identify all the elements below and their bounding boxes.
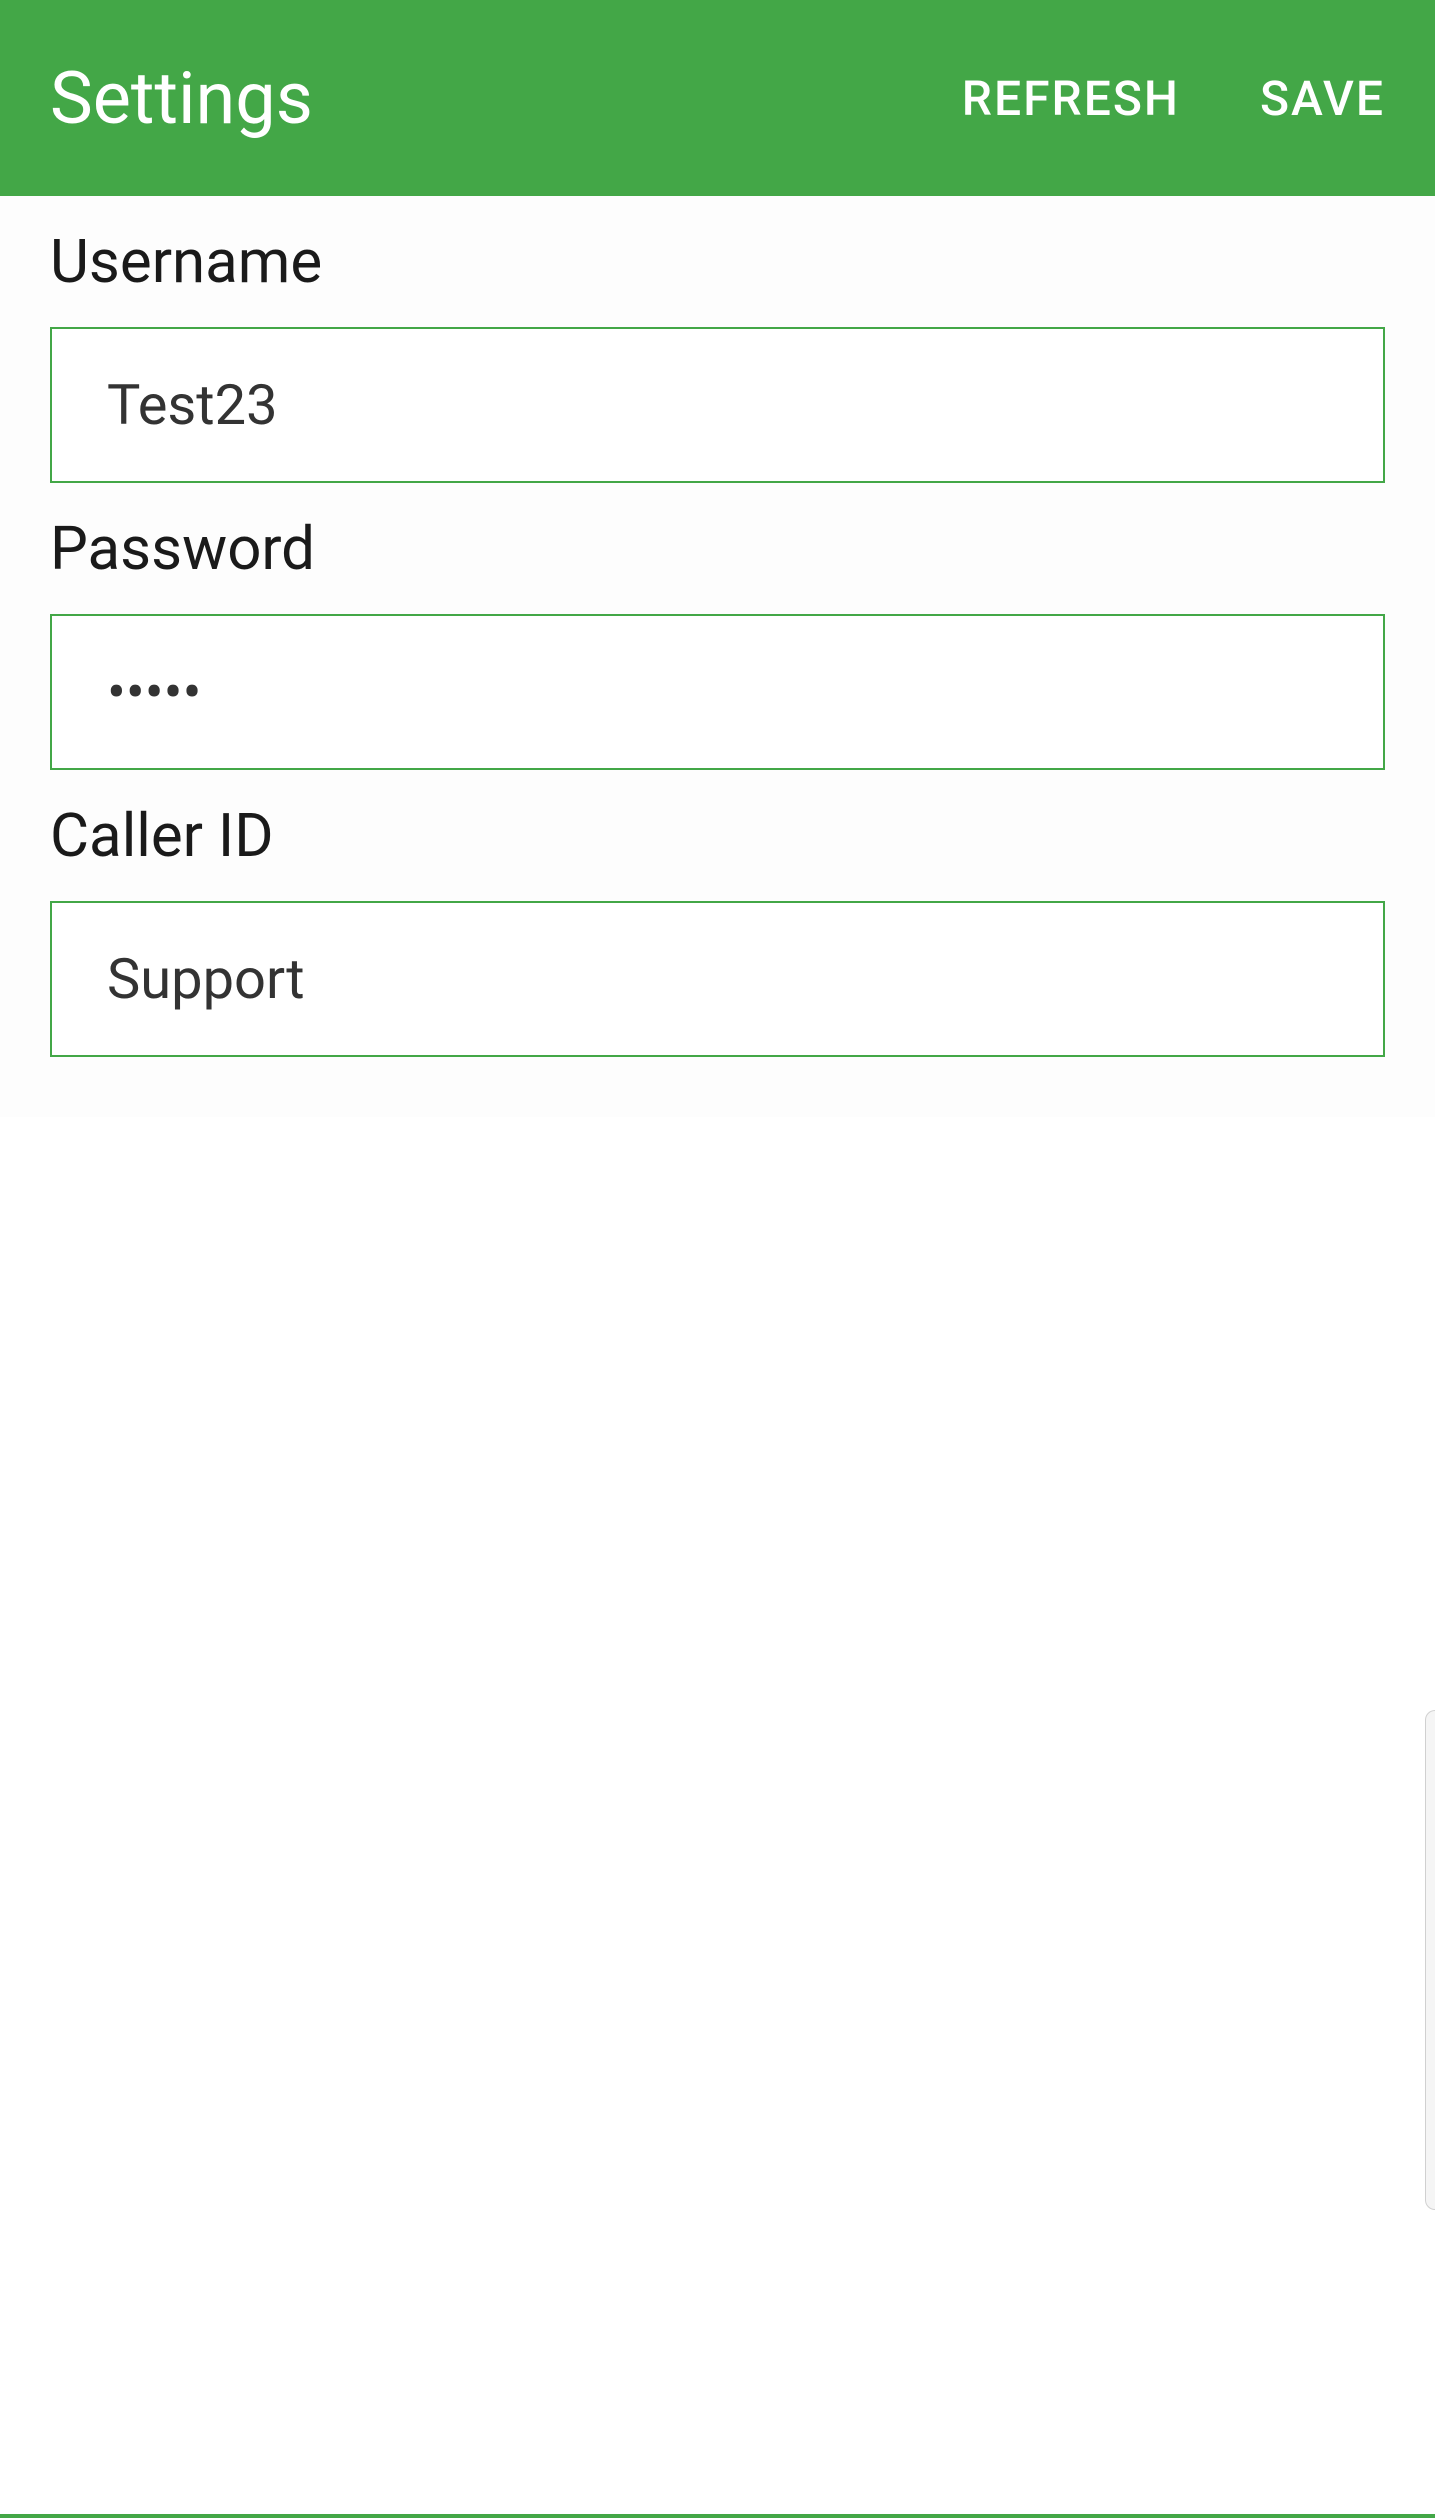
password-label: Password — [50, 513, 1385, 584]
refresh-button[interactable]: REFRESH — [962, 70, 1180, 127]
scroll-indicator[interactable] — [1425, 1710, 1435, 2210]
settings-form: Username Password Caller ID — [0, 196, 1435, 1117]
password-field-group: Password — [50, 513, 1385, 770]
username-field-group: Username — [50, 226, 1385, 483]
username-label: Username — [50, 226, 1385, 297]
page-title: Settings — [50, 56, 313, 141]
caller-id-input[interactable] — [50, 901, 1385, 1057]
username-input[interactable] — [50, 327, 1385, 483]
caller-id-label: Caller ID — [50, 800, 1385, 871]
bottom-border — [0, 2514, 1435, 2518]
header-actions: REFRESH SAVE — [962, 70, 1385, 127]
caller-id-field-group: Caller ID — [50, 800, 1385, 1057]
password-input[interactable] — [50, 614, 1385, 770]
app-header: Settings REFRESH SAVE — [0, 0, 1435, 196]
save-button[interactable]: SAVE — [1260, 70, 1385, 127]
